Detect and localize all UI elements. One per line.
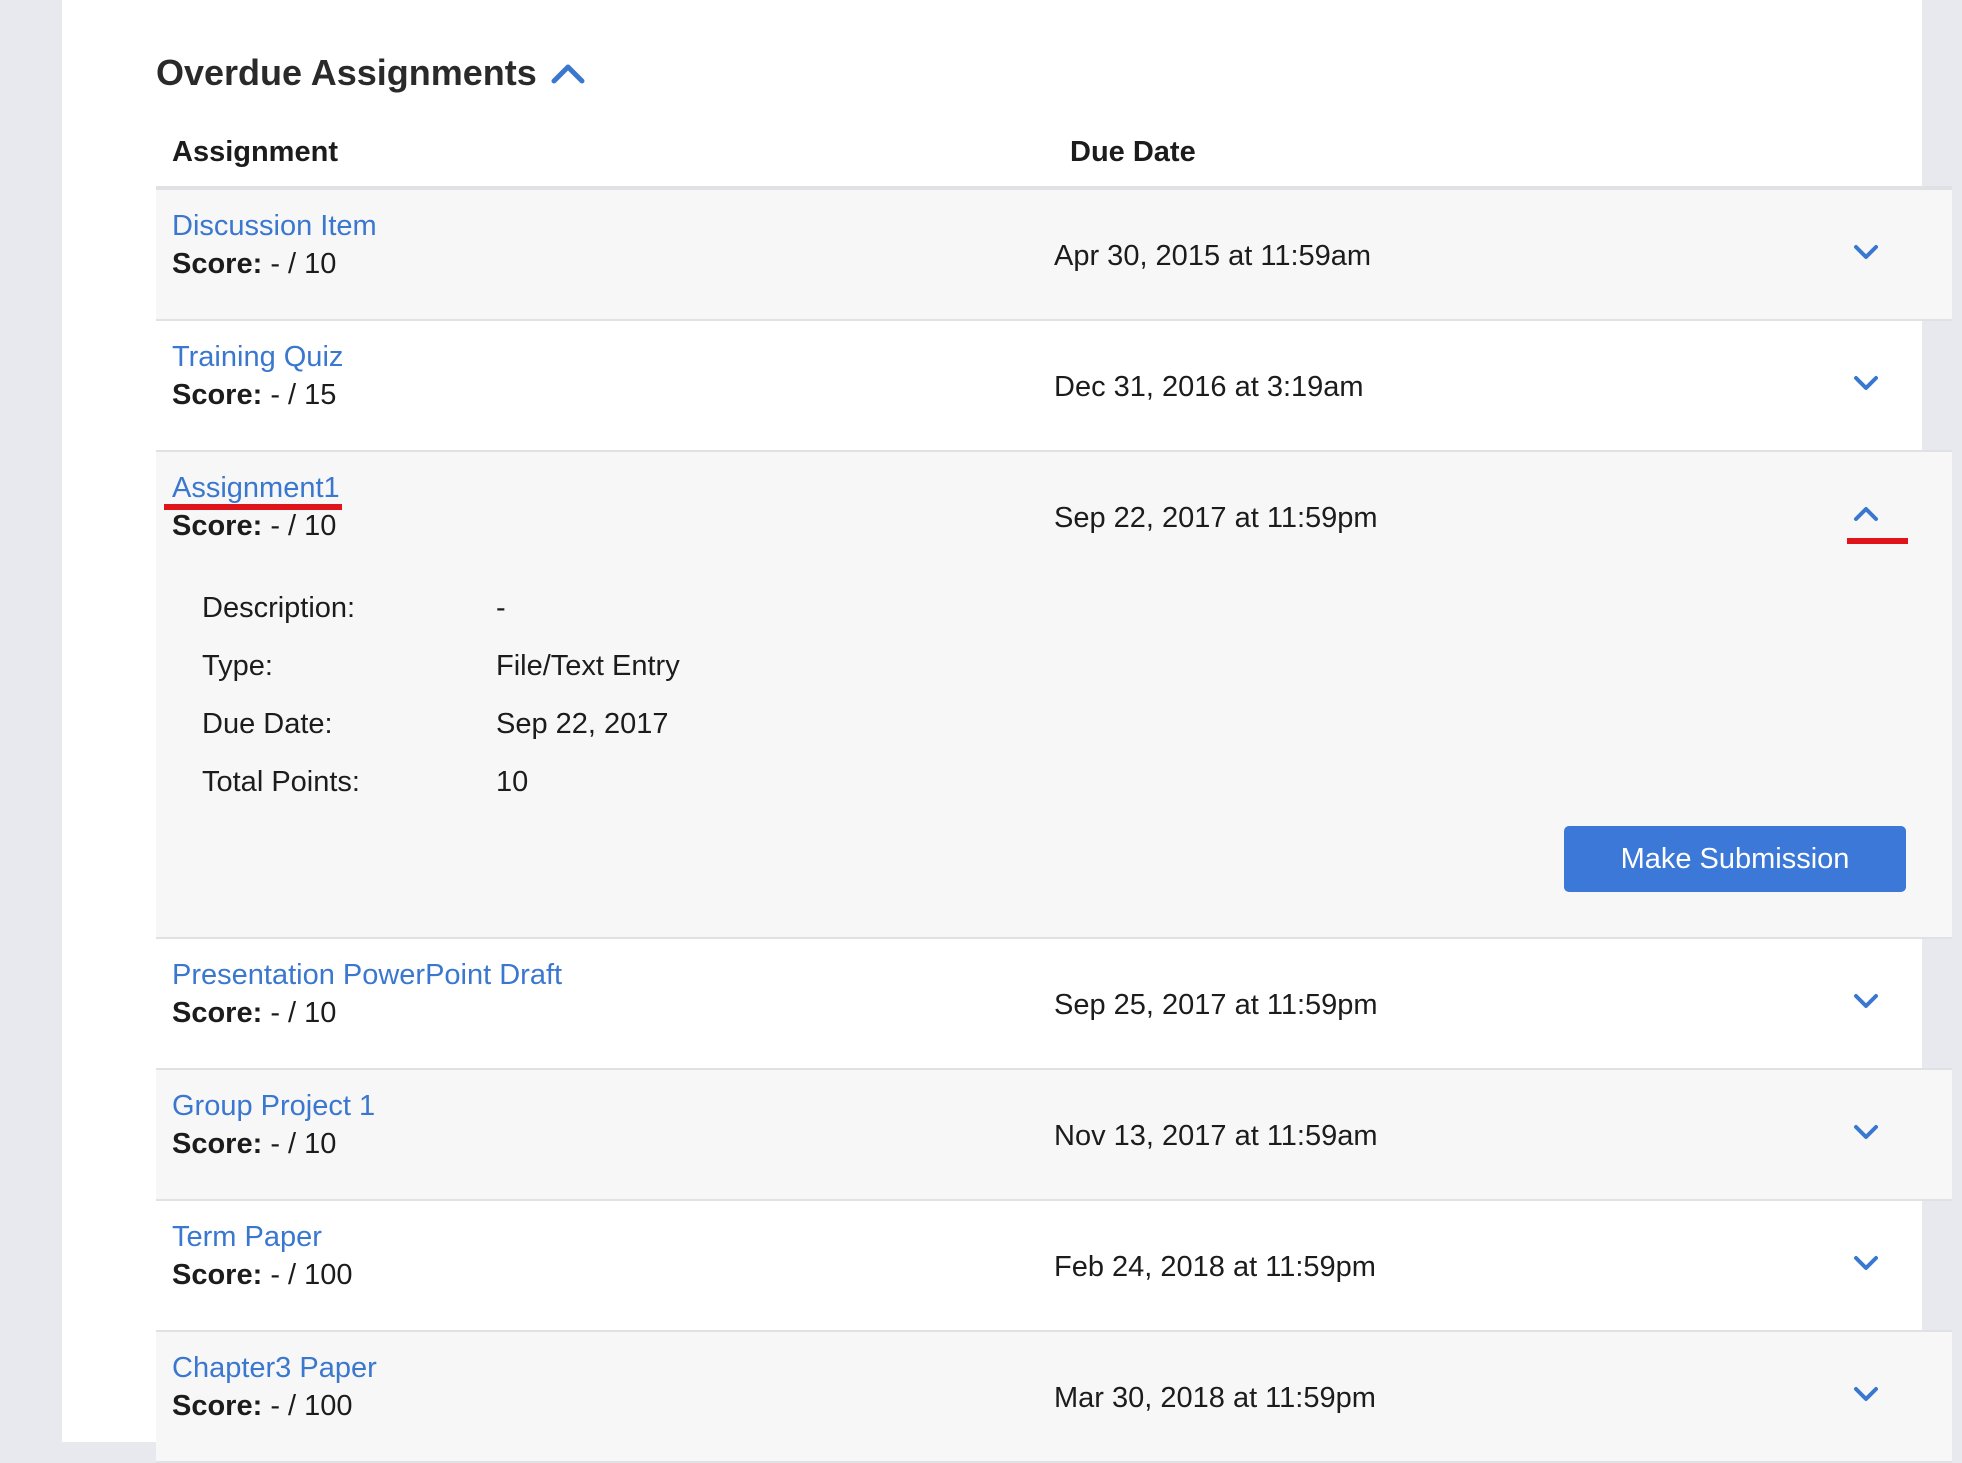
collapse-toggle[interactable]	[1846, 494, 1886, 534]
detail-value: Sep 22, 2017	[496, 708, 669, 740]
score-value: - / 10	[270, 1128, 337, 1160]
due-date: Nov 13, 2017 at 11:59am	[1054, 1120, 1378, 1152]
score-label: Score:	[172, 379, 263, 411]
score-value: - / 10	[270, 997, 337, 1029]
table-row: Discussion Item Score: - / 10 Apr 30, 20…	[156, 190, 1952, 321]
detail-label: Type:	[202, 650, 273, 682]
make-submission-button[interactable]: Make Submission	[1564, 826, 1906, 892]
table-row-expanded: Assignment1 Score: - / 10 Sep 22, 2017 a…	[156, 452, 1952, 939]
assignment-score: Score: - / 10	[172, 997, 336, 1030]
score-label: Score:	[172, 248, 263, 280]
score-value: - / 100	[270, 1390, 353, 1422]
chevron-down-icon	[1854, 245, 1878, 259]
chevron-up-icon[interactable]	[551, 62, 585, 84]
assignment-link[interactable]: Term Paper	[172, 1221, 322, 1254]
section-header[interactable]: Overdue Assignments	[156, 52, 585, 94]
detail-value: File/Text Entry	[496, 650, 680, 682]
expand-toggle[interactable]	[1846, 981, 1886, 1021]
section-title: Overdue Assignments	[156, 52, 537, 93]
score-label: Score:	[172, 1259, 263, 1291]
detail-value: -	[496, 592, 506, 624]
chevron-down-icon	[1854, 1125, 1878, 1139]
assignment-link[interactable]: Group Project 1	[172, 1090, 375, 1123]
score-value: - / 15	[270, 379, 337, 411]
column-header-assignment: Assignment	[172, 136, 338, 168]
expand-toggle[interactable]	[1846, 1243, 1886, 1283]
highlight-underline	[1847, 538, 1908, 544]
assignment-link[interactable]: Assignment1	[172, 472, 340, 505]
due-date: Feb 24, 2018 at 11:59pm	[1054, 1251, 1376, 1283]
detail-value: 10	[496, 766, 529, 798]
table-header: Assignment Due Date	[156, 118, 1952, 190]
table-row: Group Project 1 Score: - / 10 Nov 13, 20…	[156, 1070, 1952, 1201]
detail-label: Total Points:	[202, 766, 360, 798]
expand-toggle[interactable]	[1846, 1374, 1886, 1414]
table-row: Chapter3 Paper Score: - / 100 Mar 30, 20…	[156, 1332, 1952, 1463]
assignment-link[interactable]: Presentation PowerPoint Draft	[172, 959, 562, 992]
assignment-link[interactable]: Chapter3 Paper	[172, 1352, 377, 1385]
due-date: Sep 25, 2017 at 11:59pm	[1054, 989, 1378, 1021]
chevron-down-icon	[1854, 376, 1878, 390]
assignment-score: Score: - / 100	[172, 1390, 353, 1423]
table-row: Term Paper Score: - / 100 Feb 24, 2018 a…	[156, 1201, 1952, 1332]
assignment-score: Score: - / 10	[172, 1128, 336, 1161]
score-value: - / 100	[270, 1259, 353, 1291]
assignment-score: Score: - / 10	[172, 248, 336, 281]
assignment-score: Score: - / 10	[172, 510, 336, 543]
table-row: Presentation PowerPoint Draft Score: - /…	[156, 939, 1952, 1070]
chevron-down-icon	[1854, 1387, 1878, 1401]
score-label: Score:	[172, 997, 263, 1029]
table-row: Training Quiz Score: - / 15 Dec 31, 2016…	[156, 321, 1952, 452]
chevron-down-icon	[1854, 1256, 1878, 1270]
assignment-score: Score: - / 100	[172, 1259, 353, 1292]
expand-toggle[interactable]	[1846, 363, 1886, 403]
expand-toggle[interactable]	[1846, 1112, 1886, 1152]
column-header-due-date: Due Date	[1070, 136, 1196, 168]
assignment-link[interactable]: Discussion Item	[172, 210, 377, 243]
due-date: Dec 31, 2016 at 3:19am	[1054, 371, 1364, 403]
detail-label: Description:	[202, 592, 356, 624]
assignments-table: Assignment Due Date Discussion Item Scor…	[156, 118, 1952, 1463]
due-date: Mar 30, 2018 at 11:59pm	[1054, 1382, 1376, 1414]
score-label: Score:	[172, 1128, 263, 1160]
assignment-score: Score: - / 15	[172, 379, 336, 412]
due-date: Sep 22, 2017 at 11:59pm	[1054, 502, 1378, 534]
chevron-down-icon	[1854, 994, 1878, 1008]
score-label: Score:	[172, 510, 263, 542]
due-date: Apr 30, 2015 at 11:59am	[1054, 240, 1372, 272]
score-value: - / 10	[270, 510, 337, 542]
main-panel: Overdue Assignments Assignment Due Date …	[62, 0, 1952, 1463]
chevron-up-icon	[1854, 507, 1878, 521]
expand-toggle[interactable]	[1846, 232, 1886, 272]
score-value: - / 10	[270, 248, 337, 280]
assignment-link[interactable]: Training Quiz	[172, 341, 343, 374]
score-label: Score:	[172, 1390, 263, 1422]
detail-label: Due Date:	[202, 708, 333, 740]
